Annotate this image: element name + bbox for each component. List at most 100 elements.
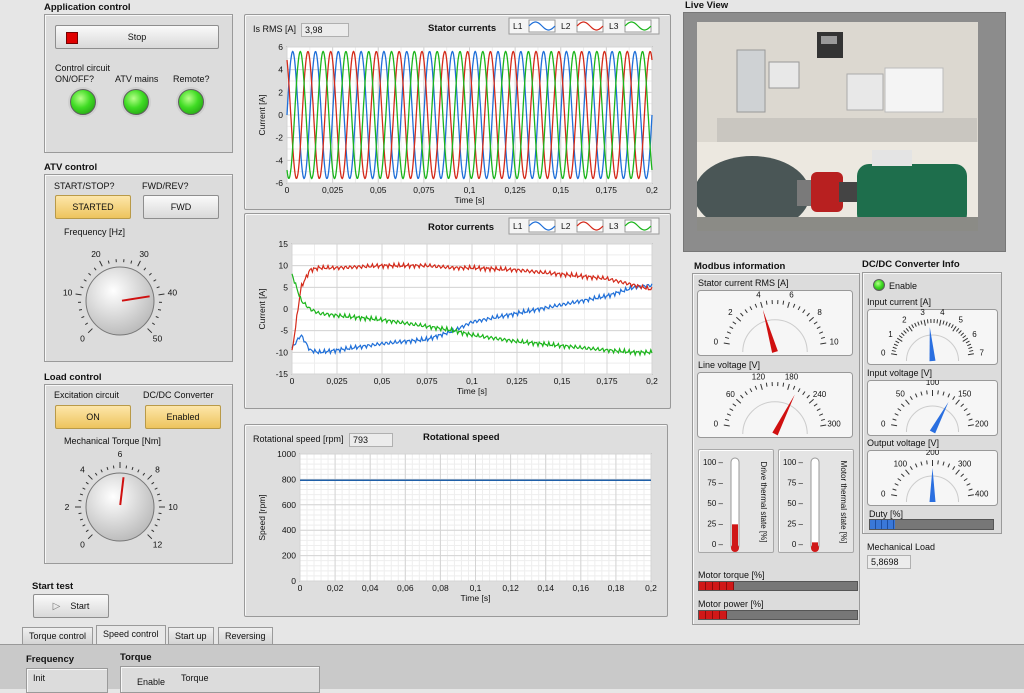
gauge-tick-label: 0 <box>881 348 886 357</box>
y-tick-label: 1000 <box>277 449 296 459</box>
legend-label: L2 <box>561 221 571 231</box>
knob-tick <box>84 280 87 282</box>
output-voltage-label: Output voltage [V] <box>867 438 939 448</box>
knob-tick-label: 0 <box>80 333 85 343</box>
output-voltage-gauge: 0100200300400 <box>867 450 998 506</box>
stop-button-label: Stop <box>128 32 147 42</box>
gauge-tick-label: 100 <box>926 380 940 387</box>
knob-tick-label: 12 <box>153 539 163 549</box>
x-tick-label: 0,1 <box>466 376 478 386</box>
application-control-title: Application control <box>44 2 131 13</box>
tab-torque-control[interactable]: Torque control <box>22 627 93 644</box>
x-tick-label: 0,14 <box>537 583 554 593</box>
knob-body <box>86 267 154 335</box>
x-tick-label: 0,175 <box>596 376 618 386</box>
x-axis-label: Time [s] <box>461 593 491 603</box>
tab-start-up[interactable]: Start up <box>168 627 214 644</box>
bottom-frequency-title: Frequency <box>26 654 74 665</box>
knob-tick <box>152 323 154 325</box>
input-current-label: Input current [A] <box>867 297 931 307</box>
motor-torque-label: Motor torque [%] <box>698 570 765 580</box>
knob-tick <box>88 535 92 539</box>
gauge-tick-label: 50 <box>896 390 905 399</box>
y-axis-label: Current [A] <box>257 288 267 329</box>
gauge-tick-label: 4 <box>940 309 945 317</box>
gauge-tick-label: 150 <box>958 390 972 399</box>
start-stop-button[interactable]: STARTED <box>55 195 131 219</box>
x-tick-label: 0,2 <box>645 583 657 593</box>
line-voltage-label: Line voltage [V] <box>698 360 760 370</box>
excitation-button[interactable]: ON <box>55 405 131 429</box>
x-tick-label: 0,075 <box>413 185 435 195</box>
application-control-panel: Stop Control circuit ON/OFF? ATV mains R… <box>44 14 233 153</box>
stop-button[interactable]: Stop <box>55 25 219 49</box>
gauge-tick-label: 300 <box>827 420 841 429</box>
knob-tick <box>157 287 160 288</box>
gauge-tick <box>766 383 767 387</box>
start-stop-label: START/STOP? <box>54 181 115 191</box>
x-tick-label: 0,025 <box>326 376 348 386</box>
knob-tick <box>107 467 108 470</box>
atv-mains-led <box>123 89 149 115</box>
knob-tick-label: 4 <box>80 465 85 475</box>
x-tick-label: 0,1 <box>470 583 482 593</box>
frequency-knob[interactable]: 01020304050 <box>45 237 234 361</box>
legend-label: L2 <box>561 21 571 31</box>
y-tick-label: 0 <box>283 304 288 314</box>
knob-tick <box>138 470 139 473</box>
knob-tick <box>101 470 102 473</box>
fwd-rev-button[interactable]: FWD <box>143 195 219 219</box>
knob-tick-label: 50 <box>153 333 163 343</box>
x-tick-label: 0,125 <box>504 185 526 195</box>
tab-speed-control[interactable]: Speed control <box>96 625 166 644</box>
thermo-tick-label: 0 – <box>792 540 804 549</box>
rotor-plot: 00,0250,050,0750,10,1250,150,1750,215105… <box>245 214 672 410</box>
knob-tick <box>108 261 109 264</box>
knob-tick <box>159 294 165 295</box>
knob-tick-label: 6 <box>118 449 123 459</box>
y-tick-label: -10 <box>276 347 289 357</box>
gauge-tick-label: 0 <box>881 419 886 428</box>
motor-power-label: Motor power [%] <box>698 599 764 609</box>
knob-tick <box>157 494 160 495</box>
thermo-tick-label: 50 – <box>707 499 723 508</box>
line-voltage-gauge: 060120180240300 <box>697 372 853 438</box>
start-test-button[interactable]: ▷ Start <box>33 594 109 618</box>
frequency-label: Frequency [Hz] <box>64 227 125 237</box>
gauge-tick-label: 4 <box>756 290 761 299</box>
gauge-tick-label: 10 <box>830 338 839 347</box>
knob-tick <box>131 261 132 264</box>
y-tick-label: 15 <box>279 239 289 249</box>
y-tick-label: 400 <box>282 525 296 535</box>
gauge-tick <box>927 390 928 394</box>
mechanical-load-label: Mechanical Load <box>867 542 935 552</box>
live-view-camera-image <box>697 22 978 231</box>
load-control-panel: Excitation circuit DC/DC Converter ON En… <box>44 384 233 564</box>
thermo-bulb <box>731 544 739 552</box>
x-tick-label: 0,06 <box>397 583 414 593</box>
gauge-tick-label: 0 <box>714 338 719 347</box>
knob-tick <box>148 475 152 479</box>
gauge-tick-label: 3 <box>920 309 925 317</box>
dcdc-enabled-button[interactable]: Enabled <box>145 405 221 429</box>
knob-tick <box>157 519 160 520</box>
atv-mains-label: ATV mains <box>115 74 158 84</box>
tab-reversing[interactable]: Reversing <box>218 627 273 644</box>
y-tick-label: 4 <box>278 65 283 75</box>
knob-tick <box>83 488 86 489</box>
mechanical-load-value: 5,8698 <box>867 555 911 569</box>
drive-thermal-panel: 100 –75 –50 –25 –0 –Drive thermal state … <box>698 449 774 553</box>
torque-knob[interactable]: 024681012 <box>45 445 234 563</box>
stator-plot: 00,0250,050,0750,10,1250,150,1750,26420-… <box>245 15 672 211</box>
motor-power-bar <box>698 610 858 620</box>
gauge-tick-label: 2 <box>728 308 733 317</box>
knob-tick <box>152 482 154 484</box>
knob-tick <box>83 525 86 526</box>
knob-tick <box>79 310 82 311</box>
legend-label: L1 <box>513 21 523 31</box>
y-tick-label: -15 <box>276 369 289 379</box>
duty-label: Duty [%] <box>869 509 903 519</box>
knob-tick <box>144 268 146 270</box>
knob-tick <box>149 273 151 275</box>
x-tick-label: 0,15 <box>554 376 571 386</box>
